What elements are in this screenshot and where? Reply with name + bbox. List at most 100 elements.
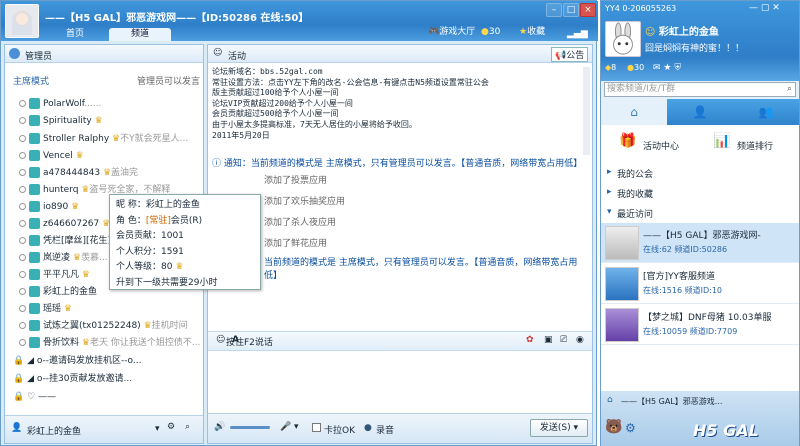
message-input[interactable] [210, 352, 590, 412]
tab-friends[interactable]: 👤 [667, 99, 733, 125]
recent-visits-item[interactable]: 最近访问 [617, 207, 653, 220]
recent-channel-card[interactable]: ——【H5 GAL】邪恶游戏网- 在线:62 频道ID:50286 [601, 223, 799, 263]
search-icon[interactable]: ⌕ [787, 83, 795, 96]
record-icon[interactable]: ● [364, 423, 372, 433]
crown-icon: ♛ [63, 304, 72, 314]
send-button[interactable]: 发送(S) ▾ [530, 419, 588, 437]
list-item[interactable]: 试炼之翼(tx01252248) ♛挂机时间 [19, 319, 188, 334]
sub-channel[interactable]: 🔒 ♡ —— [13, 390, 56, 405]
close-icon[interactable]: × [580, 3, 596, 17]
activity-center-link[interactable]: 活动中心 [643, 139, 679, 152]
chat-log: ⓘ 通知：当前频道的模式是 主席模式，只有管理员可以发言。【普通音质，网络带宽占… [212, 159, 583, 281]
lobby-button[interactable]: 🎮游戏大厅 [428, 25, 475, 39]
radio-icon [19, 117, 26, 124]
recent-channel-card[interactable]: [官方]YY客服频道 在线:1516 频道ID:10 [601, 264, 799, 304]
flower-icon[interactable]: ✿ [526, 335, 534, 345]
current-user-name[interactable]: 彩虹上的金鱼 [27, 424, 81, 437]
search-input[interactable]: 搜索频道/I友/T群 ⌕ [604, 82, 796, 97]
list-item[interactable]: 彩虹上的金鱼 [19, 285, 97, 300]
list-item[interactable]: 骨折饮料 ♛老天 你让我送个姐控债不... [19, 336, 200, 351]
karaoke-checkbox[interactable] [312, 423, 321, 432]
favorite-button[interactable]: ★收藏 [519, 25, 545, 39]
user-avatar-icon: 👤 [11, 423, 23, 433]
tab-groups[interactable]: 👥 [733, 99, 799, 125]
notice-button[interactable]: 📢公告 [551, 47, 589, 62]
tools-icon[interactable]: ⚙ [625, 421, 636, 435]
list-item[interactable]: a478444843 ♛盖油完 [19, 166, 138, 181]
mic-icon[interactable]: 🎤 [280, 422, 291, 432]
yy-main-panel: YY4 0-206055263 — ▢ ✕ ☺ 彩虹上的金鱼 囧是焖焖有神的蜜！… [600, 0, 800, 446]
minimize-icon[interactable]: – [546, 3, 562, 17]
list-item[interactable]: Stroller Ralphy ♛不Y就会死星人... [19, 132, 188, 147]
member-panel-title: 管理员 [25, 52, 53, 62]
bear-icon[interactable]: 🐻 [605, 419, 622, 435]
right-footer: ⌂ ——【H5 GAL】邪恶游戏... 🐻 ⚙ H5 GAL [601, 391, 799, 446]
my-guild-item[interactable]: 我的公会 [617, 167, 653, 180]
member-panel-footer: 👤 彩虹上的金鱼 ▾ ⚙ ⌕ [5, 415, 203, 443]
list-item[interactable]: 平平凡凡 ♛ [19, 268, 90, 283]
title-bar[interactable]: ——【H5 GAL】邪恶游戏网——【ID:50286 在线:50】 首页 频道 … [1, 1, 598, 41]
screenshot-icon[interactable]: ⎚ [560, 335, 567, 345]
crown-icon: ♛ [72, 253, 81, 263]
current-channel-link[interactable]: ——【H5 GAL】邪恶游戏... [621, 396, 797, 407]
tab-channel[interactable]: 频道 [109, 28, 171, 41]
rank-icon: 📊 [713, 133, 731, 149]
profile-nick[interactable]: ☺ 彩虹上的金鱼 [645, 23, 719, 38]
channel-logo [5, 4, 39, 38]
volume-slider[interactable] [230, 426, 270, 429]
list-item[interactable]: 岚逆凌 ♛羡慕... [19, 251, 108, 266]
user-icon [29, 150, 40, 161]
maximize-icon[interactable]: □ [563, 3, 579, 17]
rabbit-avatar[interactable] [605, 21, 641, 57]
recent-channel-card[interactable]: 【梦之城】DNF母猪 10.03单服 在线:10059 频道ID:7709 [601, 305, 799, 345]
window-controls-right[interactable]: — ▢ ✕ [749, 3, 780, 13]
list-item[interactable]: 瑶瑶 ♛ [19, 302, 72, 317]
crown-icon: ♛ [81, 270, 90, 280]
activity-icon: 🎁 [619, 133, 637, 149]
sub-channel[interactable]: 🔒 ◢ o--邀请码发放挂机区--o... [13, 354, 142, 369]
board-scrollbar[interactable] [583, 67, 590, 155]
user-icon [29, 320, 40, 331]
list-item[interactable]: 凭栏[摩丝][花生] [19, 234, 111, 249]
level-badge: ◆8 [605, 63, 617, 72]
more-icon[interactable]: ◉ [576, 335, 584, 345]
tab-home[interactable]: ⌂ [601, 99, 667, 125]
channel-rank-link[interactable]: 频道排行 [737, 139, 773, 152]
my-favorites-item[interactable]: 我的收藏 [617, 187, 653, 200]
gift-icon[interactable]: ▣ [544, 335, 553, 345]
karaoke-label: 卡拉OK [324, 426, 355, 436]
chat-panel-header: ☺ 活动 📢公告 [208, 45, 592, 63]
list-item[interactable]: Vencel ♛ [19, 149, 84, 164]
mode-note: 管理员可以发言 [137, 77, 201, 87]
expand-icon: ◢ [27, 356, 35, 366]
game-icon: 🎮 [428, 27, 440, 37]
star-icon: ★ [663, 63, 672, 73]
radio-icon [19, 152, 26, 159]
heart-icon: ♡ [27, 392, 36, 402]
volume-icon[interactable]: 🔊 [214, 422, 225, 432]
lock-icon: 🔒 [13, 374, 25, 384]
emoji-icon[interactable]: ☺ [216, 335, 225, 345]
crown-icon: ♛ [94, 116, 103, 126]
coin-badge: ●30 [627, 63, 645, 72]
search-icon[interactable]: ⌕ [185, 422, 190, 432]
list-item[interactable]: PolarWolf...... [19, 97, 101, 112]
profile-signature[interactable]: 囧是焖焖有神的蜜！！！ [645, 41, 744, 54]
tab-home[interactable]: 首页 [45, 28, 105, 41]
activity-title: 活动 [228, 52, 247, 62]
mic-dropdown-icon[interactable]: ▾ [294, 422, 299, 432]
sub-channel[interactable]: 🔒 ◢ o--挂30贡献发放邀请... [13, 372, 132, 387]
home-icon[interactable]: ⌂ [607, 395, 613, 405]
list-item[interactable]: Spirituality ♛ [19, 114, 103, 129]
list-item[interactable]: io890 ♛ [19, 200, 79, 215]
collapse-icon: ▸ [607, 187, 612, 197]
shield-icon: ⛨ [674, 63, 682, 73]
settings-icon[interactable]: ⚙ [167, 422, 175, 432]
announcement-board: 论坛新域名：bbs.52gal.com 常驻设置方法：点击YY左下角的改名-公会… [212, 67, 489, 140]
collapse-icon: ▸ [607, 167, 612, 177]
user-icon [29, 218, 40, 229]
dropdown-icon[interactable]: ▾ [155, 424, 160, 434]
expand-icon: ▾ [607, 207, 612, 217]
list-item[interactable]: z646607267 ♛ [19, 217, 110, 232]
profile-tools[interactable]: ✉ ★ ⛨ [653, 63, 681, 73]
